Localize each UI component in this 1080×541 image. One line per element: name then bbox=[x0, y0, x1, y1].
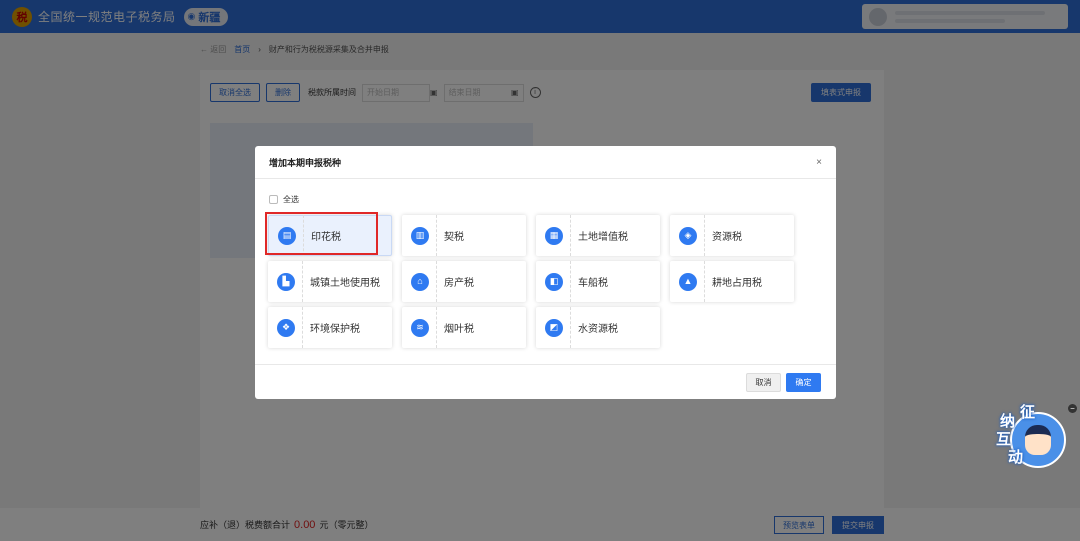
card-divider bbox=[570, 215, 571, 256]
card-divider bbox=[570, 261, 571, 302]
interaction-helper-widget[interactable]: 征 纳 互 动 − bbox=[996, 404, 1077, 474]
tax-type-label: 契税 bbox=[444, 232, 464, 243]
water-resource-tax-icon: ◩ bbox=[545, 318, 563, 337]
tax-type-card[interactable]: ◧ 车船税 bbox=[536, 261, 660, 302]
property-tax-icon: ⌂ bbox=[411, 272, 429, 291]
tax-type-card[interactable]: ◩ 水资源税 bbox=[536, 307, 660, 348]
tax-type-card[interactable]: ▲ 耕地占用税 bbox=[670, 261, 794, 302]
tax-type-card[interactable]: ▙ 城镇土地使用税 bbox=[268, 261, 392, 302]
checkbox-box[interactable] bbox=[269, 195, 278, 204]
tax-type-label: 耕地占用税 bbox=[712, 278, 762, 289]
officer-face-icon bbox=[1025, 425, 1051, 455]
tax-type-label: 环境保护税 bbox=[310, 324, 360, 335]
tax-type-card[interactable]: ◈ 资源税 bbox=[670, 215, 794, 256]
cancel-button[interactable]: 取消 bbox=[746, 373, 781, 392]
tax-type-label: 资源税 bbox=[712, 232, 742, 243]
tax-type-label: 烟叶税 bbox=[444, 324, 474, 335]
card-divider bbox=[436, 215, 437, 256]
card-divider bbox=[570, 307, 571, 348]
tax-type-label: 城镇土地使用税 bbox=[310, 278, 380, 289]
card-divider bbox=[704, 215, 705, 256]
tax-type-label: 水资源税 bbox=[578, 324, 618, 335]
vehicle-vessel-tax-icon: ◧ bbox=[545, 272, 563, 291]
highlight-annotation bbox=[265, 212, 378, 255]
dialog-header: 增加本期申报税种 × bbox=[255, 146, 836, 179]
tax-type-card[interactable]: ❖ 环境保护税 bbox=[268, 307, 392, 348]
card-divider bbox=[436, 307, 437, 348]
tax-type-label: 车船税 bbox=[578, 278, 608, 289]
card-divider bbox=[436, 261, 437, 302]
tax-type-card[interactable]: ▦ 土地增值税 bbox=[536, 215, 660, 256]
card-divider bbox=[302, 307, 303, 348]
land-appreciation-tax-icon: ▦ bbox=[545, 226, 563, 245]
deed-tax-icon: ▥ bbox=[411, 226, 429, 245]
select-all-checkbox[interactable]: 全选 bbox=[269, 194, 299, 205]
helper-char-zheng: 征 bbox=[1020, 404, 1036, 421]
environmental-tax-icon: ❖ bbox=[277, 318, 295, 337]
tax-type-label: 土地增值税 bbox=[578, 232, 628, 243]
dialog-title: 增加本期申报税种 bbox=[269, 157, 342, 168]
urban-land-use-tax-icon: ▙ bbox=[277, 272, 295, 291]
confirm-button[interactable]: 确定 bbox=[786, 373, 821, 392]
farmland-occupation-tax-icon: ▲ bbox=[679, 272, 697, 291]
card-divider bbox=[302, 261, 303, 302]
add-tax-type-dialog: 增加本期申报税种 × 全选 ▤ 印花税 ▥ 契税 ▦ 土地增值税 ◈ 资源税 ▙ 城镇土地使用税 ⌂… bbox=[255, 146, 836, 399]
tobacco-leaf-tax-icon: ≋ bbox=[411, 318, 429, 337]
tax-type-card[interactable]: ⌂ 房产税 bbox=[402, 261, 526, 302]
dialog-footer: 取消 确定 bbox=[255, 364, 836, 399]
helper-char-dong: 动 bbox=[1008, 449, 1024, 466]
card-divider bbox=[704, 261, 705, 302]
tax-type-card[interactable]: ≋ 烟叶税 bbox=[402, 307, 526, 348]
resource-tax-icon: ◈ bbox=[679, 226, 697, 245]
tax-type-card[interactable]: ▥ 契税 bbox=[402, 215, 526, 256]
close-icon[interactable]: × bbox=[816, 157, 822, 168]
tax-type-label: 房产税 bbox=[444, 278, 474, 289]
select-all-label: 全选 bbox=[283, 195, 299, 204]
collapse-helper-icon[interactable]: − bbox=[1068, 404, 1077, 413]
